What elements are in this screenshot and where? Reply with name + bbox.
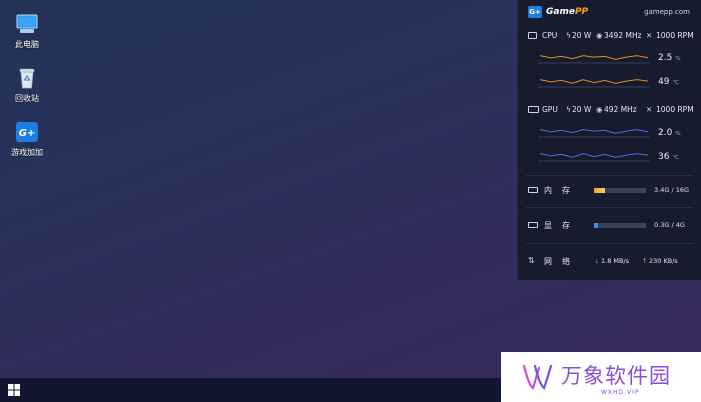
desktop-icon-recycle-bin[interactable]: 回收站 [6,66,48,104]
frequency-icon: ◉ [596,105,603,114]
computer-icon [16,14,38,33]
windows-start-icon[interactable] [8,384,20,396]
memory-bar-fill [594,188,605,193]
desktop-icon-gamepp[interactable]: G+ 游戏加加 [6,120,48,158]
gpu-frequency: 492 MHz [604,105,637,114]
network-download: 1.8 MB/s [601,257,630,265]
gpu-temp-sparkline [538,153,650,162]
gamepp-monitor-panel: G+ GamePP gamepp.com CPU ϟ 20 W ◉ 3492 M… [517,0,701,280]
gpu-power: 20 W [572,105,592,114]
cpu-fan-speed: 1000 RPM [656,31,694,40]
desktop-icon-label: 游戏加加 [11,148,43,157]
watermark: 万象软件园 WXHD.VIP [501,352,701,402]
gamepp-logo-icon: G+ [528,6,542,18]
power-icon: ϟ [566,105,571,114]
upload-arrow-icon: ↑ [642,257,648,265]
memory-label-b: 存 [562,186,570,195]
gpu-usage-value: 2.0% [658,128,681,138]
network-row: ⇅ 网 络 ↓ 1.8 MB/s ↑ 230 KB/s [528,256,698,268]
network-label-a: 网 [544,257,552,266]
gamepp-app-icon: G+ [16,122,38,142]
gpu-usage-sparkline [538,129,650,138]
vram-value: 0.3G / 4G [654,221,685,229]
desktop-icon-this-pc[interactable]: 此电脑 [6,12,48,50]
cpu-header: CPU ϟ 20 W ◉ 3492 MHz ✕ 1000 RPM [528,31,698,41]
divider [526,243,694,244]
memory-value: 3.4G / 16G [654,186,690,194]
watermark-subtext: WXHD.VIP [601,389,640,396]
network-upload: 230 KB/s [649,257,678,265]
cpu-temp-sparkline [538,79,650,88]
gpu-temp-value: 36 ℃ [658,152,679,162]
cpu-label: CPU [542,31,558,40]
download-arrow-icon: ↓ [594,257,600,265]
frequency-icon: ◉ [596,31,603,40]
watermark-logo-icon [522,364,553,390]
cpu-frequency: 3492 MHz [604,31,642,40]
cpu-chip-icon [528,32,537,39]
vram-row: 显 存 0.3G / 4G [528,220,698,232]
vram-bar-fill [594,223,599,228]
desktop-icon-label: 回收站 [15,94,39,103]
power-icon: ϟ [566,31,571,40]
gamepp-header: G+ GamePP gamepp.com [518,0,701,24]
network-icon: ⇅ [528,256,535,265]
vram-icon [528,222,538,228]
watermark-text: 万象软件园 [561,364,671,388]
gamepp-brand: GamePP [546,7,589,17]
gpu-label: GPU [542,105,558,114]
svg-text:G+: G+ [19,128,36,139]
memory-label-a: 内 [544,186,552,195]
recycle-bin-icon [19,68,35,89]
desktop-icon-label: 此电脑 [15,40,39,49]
vram-bar [594,223,646,228]
divider [526,175,694,176]
gamepp-site-link[interactable]: gamepp.com [644,8,690,16]
fan-icon: ✕ [646,31,653,40]
gpu-header: GPU ϟ 20 W ◉ 492 MHz ✕ 1000 RPM [528,105,698,115]
gpu-fan-speed: 1000 RPM [656,105,694,114]
cpu-usage-value: 2.5% [658,53,681,63]
cpu-power: 20 W [572,31,592,40]
vram-label-a: 显 [544,221,552,230]
memory-bar [594,188,646,193]
memory-icon [528,187,538,193]
gpu-card-icon [528,106,539,113]
cpu-usage-sparkline [538,55,650,64]
fan-icon: ✕ [646,105,653,114]
memory-row: 内 存 3.4G / 16G [528,185,698,197]
network-label-b: 络 [562,257,570,266]
cpu-temp-value: 49 ℃ [658,77,679,87]
vram-label-b: 存 [562,221,570,230]
divider [526,207,694,208]
